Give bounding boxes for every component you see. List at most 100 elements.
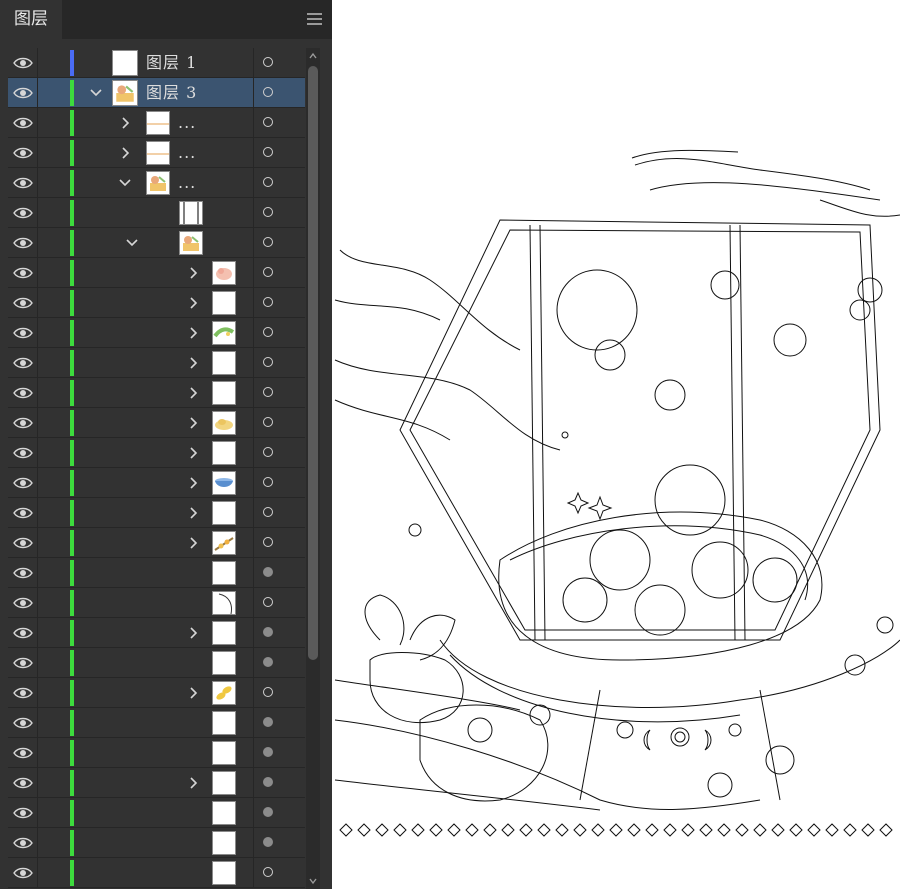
layer-name[interactable]: 图层 3	[146, 78, 197, 108]
layer-row[interactable]	[8, 648, 305, 678]
layer-row[interactable]	[8, 618, 305, 648]
layer-row[interactable]	[8, 498, 305, 528]
layer-row[interactable]: ...	[8, 108, 305, 138]
eye-icon[interactable]	[12, 264, 34, 282]
chevron-right-icon[interactable]	[186, 685, 200, 701]
eye-icon[interactable]	[12, 474, 34, 492]
target-circle-icon[interactable]	[263, 657, 273, 667]
eye-icon[interactable]	[12, 864, 34, 882]
layer-row[interactable]: ...	[8, 138, 305, 168]
hamburger-menu-icon[interactable]	[307, 12, 322, 26]
eye-icon[interactable]	[12, 534, 34, 552]
chevron-right-icon[interactable]	[186, 355, 200, 371]
target-circle-icon[interactable]	[263, 147, 273, 157]
layer-name[interactable]: ...	[178, 138, 196, 168]
panel-scrollbar[interactable]	[306, 48, 320, 889]
eye-icon[interactable]	[12, 354, 34, 372]
eye-icon[interactable]	[12, 84, 34, 102]
eye-icon[interactable]	[12, 204, 34, 222]
layer-row[interactable]	[8, 738, 305, 768]
target-circle-icon[interactable]	[263, 117, 273, 127]
target-circle-icon[interactable]	[263, 537, 273, 547]
target-circle-icon[interactable]	[263, 747, 273, 757]
scrollbar-thumb[interactable]	[308, 66, 318, 660]
target-circle-icon[interactable]	[263, 837, 273, 847]
eye-icon[interactable]	[12, 294, 34, 312]
chevron-right-icon[interactable]	[186, 445, 200, 461]
target-circle-icon[interactable]	[263, 417, 273, 427]
eye-icon[interactable]	[12, 174, 34, 192]
layer-row[interactable]	[8, 438, 305, 468]
chevron-right-icon[interactable]	[118, 145, 132, 161]
target-circle-icon[interactable]	[263, 567, 273, 577]
eye-icon[interactable]	[12, 684, 34, 702]
chevron-right-icon[interactable]	[186, 625, 200, 641]
layer-row[interactable]	[8, 228, 305, 258]
target-circle-icon[interactable]	[263, 57, 273, 67]
eye-icon[interactable]	[12, 444, 34, 462]
layer-row[interactable]	[8, 468, 305, 498]
layer-row[interactable]: 图层 3	[8, 78, 305, 108]
chevron-down-icon[interactable]	[89, 85, 103, 101]
eye-icon[interactable]	[12, 324, 34, 342]
eye-icon[interactable]	[12, 714, 34, 732]
target-circle-icon[interactable]	[263, 507, 273, 517]
eye-icon[interactable]	[12, 144, 34, 162]
layer-row[interactable]	[8, 198, 305, 228]
layer-row[interactable]	[8, 378, 305, 408]
layer-row[interactable]	[8, 258, 305, 288]
target-circle-icon[interactable]	[263, 267, 273, 277]
target-circle-icon[interactable]	[263, 717, 273, 727]
chevron-right-icon[interactable]	[186, 505, 200, 521]
eye-icon[interactable]	[12, 744, 34, 762]
layer-row[interactable]	[8, 408, 305, 438]
layer-name[interactable]: ...	[178, 108, 196, 138]
target-circle-icon[interactable]	[263, 867, 273, 877]
target-circle-icon[interactable]	[263, 237, 273, 247]
eye-icon[interactable]	[12, 624, 34, 642]
target-circle-icon[interactable]	[263, 357, 273, 367]
target-circle-icon[interactable]	[263, 87, 273, 97]
layer-name[interactable]: ...	[178, 168, 196, 198]
chevron-right-icon[interactable]	[186, 295, 200, 311]
scroll-up-arrow-icon[interactable]	[309, 52, 317, 60]
layer-row[interactable]	[8, 768, 305, 798]
layer-row[interactable]	[8, 558, 305, 588]
eye-icon[interactable]	[12, 654, 34, 672]
target-circle-icon[interactable]	[263, 387, 273, 397]
layer-row[interactable]	[8, 708, 305, 738]
target-circle-icon[interactable]	[263, 327, 273, 337]
eye-icon[interactable]	[12, 594, 34, 612]
layer-row[interactable]	[8, 828, 305, 858]
eye-icon[interactable]	[12, 774, 34, 792]
target-circle-icon[interactable]	[263, 807, 273, 817]
tab-layers[interactable]: 图层	[0, 0, 62, 39]
layer-row[interactable]	[8, 288, 305, 318]
layer-row[interactable]	[8, 798, 305, 828]
layer-row[interactable]	[8, 318, 305, 348]
target-circle-icon[interactable]	[263, 627, 273, 637]
layer-row[interactable]	[8, 858, 305, 888]
chevron-right-icon[interactable]	[186, 265, 200, 281]
chevron-down-icon[interactable]	[125, 235, 139, 251]
target-circle-icon[interactable]	[263, 177, 273, 187]
eye-icon[interactable]	[12, 414, 34, 432]
target-circle-icon[interactable]	[263, 687, 273, 697]
chevron-right-icon[interactable]	[186, 385, 200, 401]
target-circle-icon[interactable]	[263, 597, 273, 607]
chevron-down-icon[interactable]	[118, 175, 132, 191]
chevron-right-icon[interactable]	[186, 775, 200, 791]
eye-icon[interactable]	[12, 804, 34, 822]
layer-row[interactable]: 图层 1	[8, 48, 305, 78]
chevron-right-icon[interactable]	[186, 325, 200, 341]
chevron-right-icon[interactable]	[186, 475, 200, 491]
eye-icon[interactable]	[12, 504, 34, 522]
target-circle-icon[interactable]	[263, 207, 273, 217]
eye-icon[interactable]	[12, 234, 34, 252]
target-circle-icon[interactable]	[263, 297, 273, 307]
eye-icon[interactable]	[12, 384, 34, 402]
eye-icon[interactable]	[12, 564, 34, 582]
artboard-canvas[interactable]	[332, 0, 900, 889]
chevron-right-icon[interactable]	[118, 115, 132, 131]
layer-row[interactable]	[8, 348, 305, 378]
